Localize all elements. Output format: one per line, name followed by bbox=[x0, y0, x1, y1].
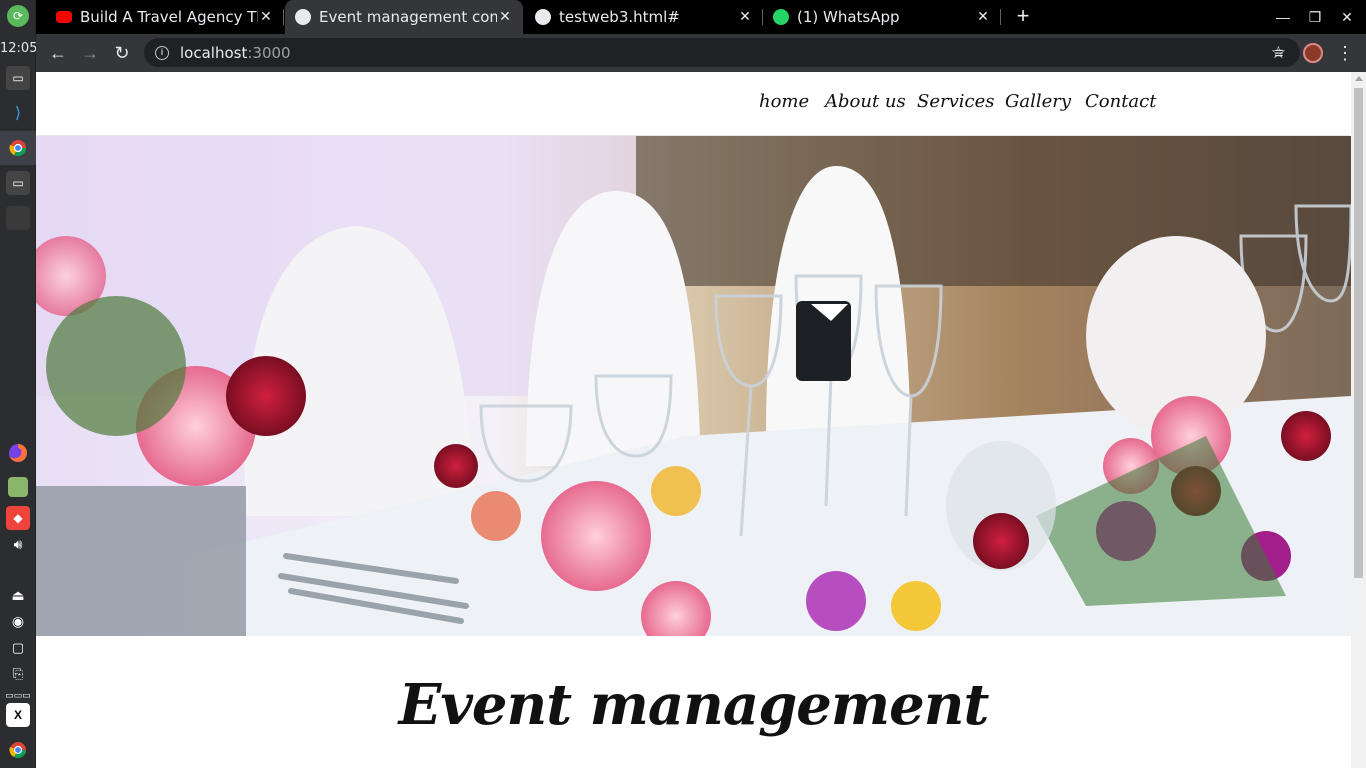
close-window-button[interactable]: ✕ bbox=[1331, 0, 1363, 34]
hero-image bbox=[36, 136, 1351, 636]
os-clock: 12:05 bbox=[0, 41, 38, 56]
tab-strip: Build A Travel Agency The ✕ Event manage… bbox=[36, 0, 1366, 34]
x11-icon[interactable]: X bbox=[6, 703, 30, 727]
nav-home[interactable]: home bbox=[759, 91, 809, 112]
close-icon[interactable]: ✕ bbox=[975, 9, 991, 25]
url-host: localhost bbox=[180, 43, 248, 62]
tab-title: (1) WhatsApp bbox=[797, 8, 900, 26]
scroll-up-arrow-icon[interactable] bbox=[1355, 76, 1363, 81]
profile-avatar[interactable] bbox=[1298, 38, 1328, 68]
firefox-icon[interactable] bbox=[6, 441, 30, 465]
nav-gallery[interactable]: Gallery bbox=[1005, 91, 1071, 112]
tab-title: Build A Travel Agency The bbox=[80, 8, 258, 26]
close-icon[interactable]: ✕ bbox=[737, 9, 753, 25]
media-controls-icon[interactable]: ≡ bbox=[1264, 38, 1294, 68]
globe-icon bbox=[535, 9, 551, 25]
tab-youtube[interactable]: Build A Travel Agency The ✕ bbox=[46, 0, 284, 34]
forward-button[interactable]: → bbox=[75, 38, 105, 68]
youtube-icon bbox=[56, 11, 72, 23]
vscode-icon[interactable]: ⟩ bbox=[6, 101, 30, 125]
nav-about[interactable]: About us bbox=[825, 91, 906, 112]
tab-whatsapp[interactable]: (1) WhatsApp ✕ bbox=[763, 0, 1001, 34]
address-bar[interactable]: i localhost:3000 ☆ bbox=[144, 38, 1300, 67]
nav-services[interactable]: Services bbox=[917, 91, 994, 112]
minimize-button[interactable]: — bbox=[1267, 0, 1299, 34]
chrome-dock-icon[interactable] bbox=[0, 131, 36, 165]
tab-event-management[interactable]: Event management comm ✕ bbox=[285, 0, 523, 34]
tab-separator bbox=[283, 9, 284, 25]
files-icon[interactable] bbox=[8, 477, 28, 497]
globe-icon bbox=[295, 9, 311, 25]
tab-testweb3[interactable]: testweb3.html# ✕ bbox=[525, 0, 763, 34]
scrollbar-thumb[interactable] bbox=[1354, 88, 1363, 578]
menu-kebab-icon[interactable]: ⋮ bbox=[1330, 38, 1360, 68]
page-viewport: home About us Services Gallery Contact E… bbox=[36, 72, 1351, 768]
back-button[interactable]: ← bbox=[43, 38, 73, 68]
whatsapp-icon bbox=[773, 9, 789, 25]
site-navbar: home About us Services Gallery Contact bbox=[36, 72, 1351, 135]
tab-separator bbox=[1000, 9, 1001, 25]
terminal-icon[interactable]: ▭ bbox=[6, 66, 30, 90]
info-icon[interactable]: i bbox=[155, 45, 169, 60]
nav-contact[interactable]: Contact bbox=[1085, 91, 1156, 112]
close-icon[interactable]: ✕ bbox=[258, 9, 274, 25]
os-dock: ⟳ 12:05 ▭ ⟩ ▭ ◆ 🔊︎ ⏏ ◉ ▢ ⎘ ▭▭▭ X bbox=[0, 0, 38, 768]
window-icon[interactable] bbox=[6, 206, 30, 230]
tab-title: Event management comm bbox=[319, 8, 497, 26]
volume-icon[interactable]: 🔊︎ bbox=[6, 532, 30, 556]
browser-toolbar: ← → ↻ i localhost:3000 ☆ ≡ ⋮ bbox=[36, 34, 1366, 72]
eject-icon[interactable]: ⏏ bbox=[6, 583, 30, 607]
display-icon[interactable]: ▢ bbox=[6, 636, 30, 660]
reload-button[interactable]: ↻ bbox=[107, 38, 137, 68]
chrome-dock-icon[interactable] bbox=[6, 738, 30, 762]
maximize-button[interactable]: ❐ bbox=[1299, 0, 1331, 34]
page-headline: Event management bbox=[398, 672, 990, 738]
status-icon[interactable]: ◉ bbox=[6, 609, 30, 633]
tab-title: testweb3.html# bbox=[559, 8, 680, 26]
launcher-icon[interactable]: ⟳ bbox=[7, 5, 29, 27]
url-text: localhost:3000 bbox=[180, 44, 291, 62]
close-icon[interactable]: ✕ bbox=[497, 9, 513, 25]
new-tab-button[interactable]: + bbox=[1013, 0, 1033, 34]
terminal-icon[interactable]: ▭ bbox=[6, 171, 30, 195]
anydesk-icon[interactable]: ◆ bbox=[6, 506, 30, 530]
url-port: :3000 bbox=[247, 43, 291, 62]
page-scrollbar[interactable] bbox=[1351, 72, 1366, 768]
